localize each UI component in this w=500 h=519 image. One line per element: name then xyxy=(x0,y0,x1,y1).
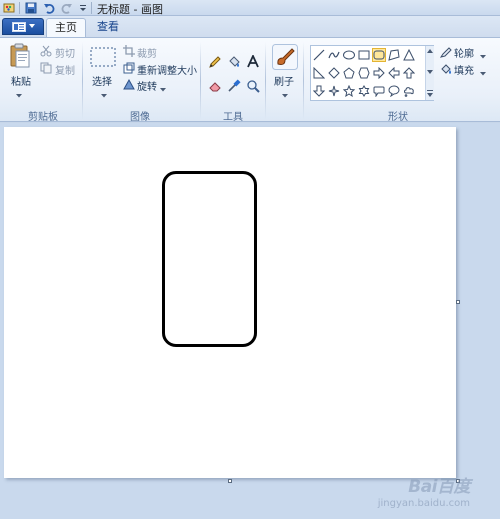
baidu-watermark: Bai百度 xyxy=(408,477,470,497)
brushes-label[interactable]: 刷子 xyxy=(274,73,294,88)
line-shape-icon[interactable] xyxy=(312,48,326,62)
rectangle-shape-icon[interactable] xyxy=(357,48,371,62)
resize-label[interactable]: 重新调整大小 xyxy=(137,62,197,77)
cloud-callout-shape-icon[interactable] xyxy=(402,84,416,98)
chevron-down-icon[interactable] xyxy=(480,49,486,62)
tab-view[interactable]: 查看 xyxy=(88,18,128,38)
canvas-resize-handle-bottom[interactable] xyxy=(228,479,232,483)
tab-home[interactable]: 主页 xyxy=(46,18,86,38)
right-arrow-shape-icon[interactable] xyxy=(372,66,386,80)
diamond-shape-icon[interactable] xyxy=(327,66,341,80)
customize-quick-access-icon[interactable] xyxy=(76,1,90,15)
drawn-rounded-rectangle[interactable] xyxy=(162,171,257,347)
chevron-down-icon[interactable] xyxy=(282,88,288,101)
text-icon[interactable] xyxy=(245,54,261,70)
hexagon-shape-icon[interactable] xyxy=(357,66,371,80)
paint-menu-button[interactable] xyxy=(2,18,44,35)
separator xyxy=(200,42,201,120)
eraser-icon[interactable] xyxy=(207,78,223,94)
rounded-rectangle-shape-icon[interactable] xyxy=(372,48,386,62)
separator xyxy=(82,42,83,120)
fill-label[interactable]: 填充 xyxy=(454,62,474,77)
chevron-down-icon[interactable] xyxy=(480,66,486,79)
separator xyxy=(303,42,304,120)
crop-label[interactable]: 裁剪 xyxy=(137,45,157,60)
paste-label[interactable]: 粘贴 xyxy=(11,73,31,88)
cut-label[interactable]: 剪切 xyxy=(55,45,75,60)
shapes-group-label: 形状 xyxy=(388,112,408,123)
chevron-down-icon[interactable] xyxy=(16,88,22,101)
right-triangle-shape-icon[interactable] xyxy=(312,66,326,80)
chevron-down-icon xyxy=(28,24,35,28)
separator xyxy=(265,42,266,120)
shapes-gallery[interactable] xyxy=(310,45,434,101)
triangle-shape-icon[interactable] xyxy=(402,48,416,62)
brush-icon[interactable] xyxy=(272,44,298,73)
oval-shape-icon[interactable] xyxy=(342,48,356,62)
window-title: 无标题 - 画图 xyxy=(97,3,163,16)
fill-icon[interactable] xyxy=(440,63,452,78)
resize-icon[interactable] xyxy=(123,62,135,77)
left-arrow-shape-icon[interactable] xyxy=(387,66,401,80)
title-bar: 无标题 - 画图 xyxy=(0,0,500,16)
ribbon-tab-row: 主页 查看 xyxy=(0,16,500,38)
four-point-star-shape-icon[interactable] xyxy=(327,84,341,98)
oval-callout-shape-icon[interactable] xyxy=(387,84,401,98)
five-point-star-shape-icon[interactable] xyxy=(342,84,356,98)
color-picker-icon[interactable] xyxy=(226,78,242,94)
six-point-star-shape-icon[interactable] xyxy=(357,84,371,98)
curve-shape-icon[interactable] xyxy=(327,48,341,62)
gallery-scrollbar[interactable] xyxy=(425,46,434,100)
separator xyxy=(91,2,92,14)
save-icon[interactable] xyxy=(24,1,38,15)
chevron-down-icon[interactable] xyxy=(160,82,166,95)
clipboard-group-label: 剪贴板 xyxy=(28,112,58,123)
down-arrow-shape-icon[interactable] xyxy=(312,84,326,98)
outline-label[interactable]: 轮廓 xyxy=(454,45,474,60)
redo-icon[interactable] xyxy=(60,1,74,15)
copy-label[interactable]: 复制 xyxy=(55,62,75,77)
separator xyxy=(19,2,20,14)
undo-icon[interactable] xyxy=(42,1,56,15)
pentagon-shape-icon[interactable] xyxy=(342,66,356,80)
paint-app-icon[interactable] xyxy=(2,1,16,15)
canvas-resize-handle-right[interactable] xyxy=(456,300,460,304)
select-icon[interactable] xyxy=(90,47,116,70)
select-label[interactable]: 选择 xyxy=(92,73,112,88)
paste-icon[interactable] xyxy=(9,43,31,72)
magnifier-icon[interactable] xyxy=(245,78,261,94)
cut-icon[interactable] xyxy=(40,45,52,60)
fill-bucket-icon[interactable] xyxy=(226,54,242,70)
chevron-down-icon[interactable] xyxy=(101,88,107,101)
rotate-icon[interactable] xyxy=(123,78,135,93)
polygon-shape-icon[interactable] xyxy=(387,48,401,62)
baidu-watermark-url: jingyan.baidu.com xyxy=(377,498,470,509)
pencil-icon[interactable] xyxy=(207,54,223,70)
up-arrow-shape-icon[interactable] xyxy=(402,66,416,80)
outline-icon[interactable] xyxy=(439,46,452,61)
crop-icon[interactable] xyxy=(123,45,135,60)
rotate-label[interactable]: 旋转 xyxy=(137,78,157,93)
tools-group-label: 工具 xyxy=(223,112,243,123)
menu-icon xyxy=(11,21,26,32)
ribbon: 粘贴 剪切 复制 剪贴板 选择 裁剪 重新调整大小 旋转 图像 工具 刷子 轮廓… xyxy=(0,37,500,123)
image-group-label: 图像 xyxy=(130,112,150,123)
copy-icon[interactable] xyxy=(40,62,52,77)
rounded-callout-shape-icon[interactable] xyxy=(372,84,386,98)
